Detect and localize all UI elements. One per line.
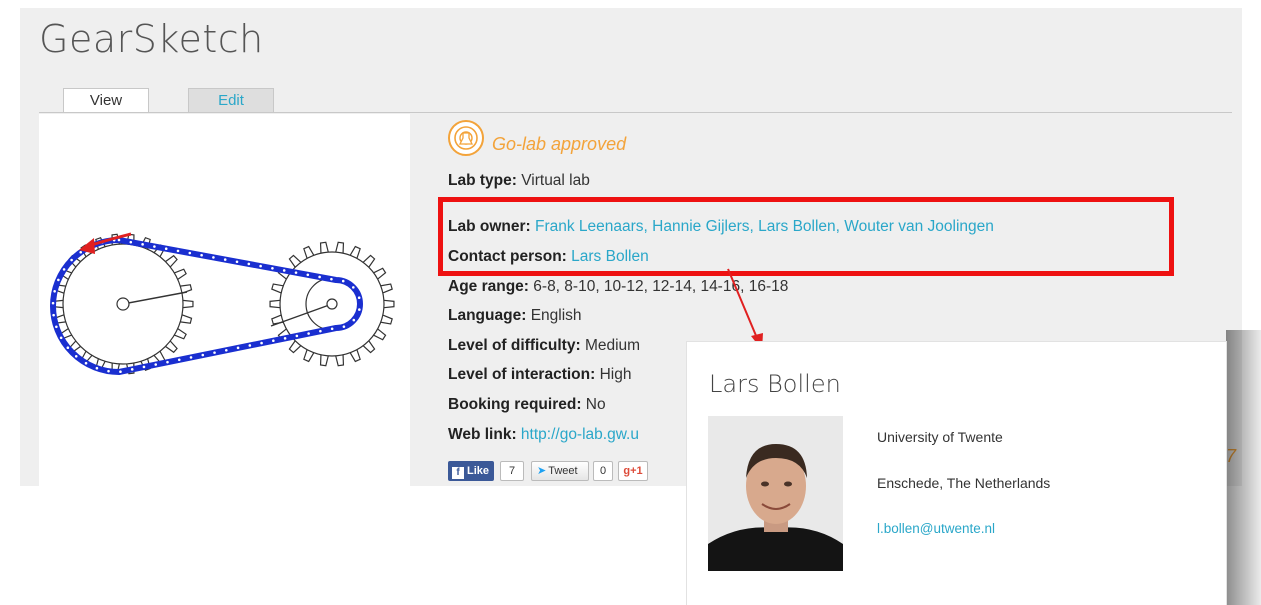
popup-email-link[interactable]: l.bollen@utwente.nl (877, 521, 995, 536)
popup-person-name: Lars Bollen (709, 370, 841, 398)
popup-location: Enschede, The Netherlands (877, 475, 1051, 491)
profile-photo (708, 416, 843, 571)
contact-popup: Lars Bollen University of Twente Ensched… (687, 342, 1226, 605)
popup-university: University of Twente (877, 429, 1003, 445)
popup-shadow (1226, 330, 1261, 605)
